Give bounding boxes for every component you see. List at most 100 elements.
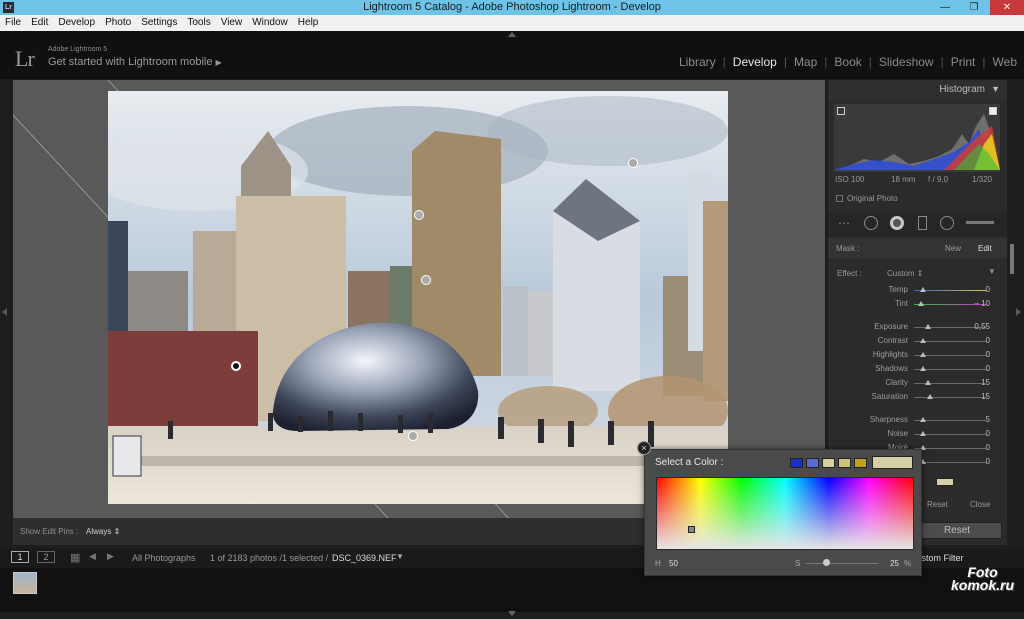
menu-view[interactable]: View — [216, 15, 248, 28]
menu-help[interactable]: Help — [293, 15, 324, 28]
forward-arrow-icon[interactable]: ▶ — [107, 551, 114, 562]
collapse-left-icon[interactable] — [2, 308, 7, 316]
slider-temp[interactable]: Temp 0 — [828, 284, 1007, 296]
slider-knob[interactable] — [925, 324, 931, 329]
shadow-clip-icon[interactable] — [837, 107, 845, 115]
slider-knob[interactable] — [925, 380, 931, 385]
slider-knob[interactable] — [920, 431, 926, 436]
redeye-icon[interactable] — [890, 216, 904, 230]
slider-shadows[interactable]: Shadows 0 — [828, 363, 1007, 375]
popup-close-icon[interactable]: × — [637, 441, 651, 455]
color-preset-swatch[interactable] — [838, 458, 851, 468]
menu-window[interactable]: Window — [247, 15, 293, 28]
second-window-button[interactable]: 2 — [37, 551, 55, 563]
close-icon[interactable]: ✕ — [990, 0, 1024, 15]
slider-value[interactable]: 0 — [986, 443, 990, 452]
edit-pin[interactable] — [414, 210, 424, 220]
collapse-right-icon[interactable] — [1016, 308, 1021, 316]
color-picker-cursor[interactable] — [688, 526, 695, 533]
slider-value[interactable]: 15 — [981, 378, 990, 387]
source-label[interactable]: All Photographs — [132, 553, 196, 563]
color-preset-swatch[interactable] — [806, 458, 819, 468]
slider-saturation[interactable]: Saturation 15 — [828, 391, 1007, 403]
slider-knob[interactable] — [920, 287, 926, 292]
slider-value[interactable]: 0 — [986, 336, 990, 345]
slider-knob[interactable] — [927, 394, 933, 399]
histogram-header[interactable]: Histogram ▼ — [828, 80, 1007, 100]
mask-new-button[interactable]: New — [945, 244, 961, 253]
menu-tools[interactable]: Tools — [182, 15, 215, 28]
reset-all-button[interactable]: Reset — [912, 522, 1002, 539]
slider-knob[interactable] — [920, 338, 926, 343]
module-book[interactable]: Book — [827, 55, 868, 69]
file-dropdown-icon[interactable]: ▼ — [396, 552, 404, 561]
radial-filter-icon[interactable] — [940, 216, 954, 230]
slider-exposure[interactable]: Exposure 0,55 — [828, 321, 1007, 333]
color-preset-swatch[interactable] — [822, 458, 835, 468]
slider-value[interactable]: – 10 — [974, 299, 990, 308]
saturation-knob[interactable] — [823, 559, 830, 566]
grid-view-icon[interactable]: ▦ — [70, 551, 80, 564]
slider-tint[interactable]: Tint – 10 — [828, 298, 1007, 310]
crop-tool-icon[interactable]: ⋯ — [838, 216, 850, 230]
adjustment-brush-icon[interactable] — [966, 221, 994, 224]
slider-noise[interactable]: Noise 0 — [828, 428, 1007, 440]
module-library[interactable]: Library — [672, 55, 723, 69]
edit-pin[interactable] — [421, 275, 431, 285]
original-photo-checkbox[interactable] — [836, 195, 843, 202]
thumbnail[interactable] — [13, 572, 37, 594]
panel-reset-button[interactable]: Reset — [927, 500, 948, 509]
slider-value[interactable]: 0 — [986, 364, 990, 373]
panel-close-button[interactable]: Close — [970, 500, 990, 509]
panel-scrollbar[interactable] — [1010, 244, 1014, 274]
show-pins-select[interactable]: Always ⇕ — [86, 527, 120, 536]
saturation-track[interactable] — [806, 563, 878, 564]
slider-knob[interactable] — [920, 366, 926, 371]
module-web[interactable]: Web — [986, 55, 1024, 69]
restore-icon[interactable]: ❐ — [961, 0, 987, 15]
menu-file[interactable]: File — [0, 15, 26, 28]
slider-value[interactable]: 15 — [981, 392, 990, 401]
slider-clarity[interactable]: Clarity 15 — [828, 377, 1007, 389]
edit-pin[interactable] — [628, 158, 638, 168]
module-print[interactable]: Print — [944, 55, 983, 69]
collapse-bottom-icon[interactable] — [508, 611, 516, 616]
spot-removal-icon[interactable] — [864, 216, 878, 230]
slider-highlights[interactable]: Highlights 0 — [828, 349, 1007, 361]
color-swatch-chip[interactable] — [936, 478, 954, 486]
edit-pin[interactable] — [408, 431, 418, 441]
graduated-filter-icon[interactable] — [918, 216, 927, 230]
module-develop[interactable]: Develop — [726, 55, 784, 69]
slider-value[interactable]: 0 — [986, 429, 990, 438]
hue-value[interactable]: 50 — [669, 559, 678, 568]
slider-value[interactable]: 0 — [986, 457, 990, 466]
slider-knob[interactable] — [918, 301, 924, 306]
back-arrow-icon[interactable]: ◀ — [89, 551, 96, 562]
mobile-link[interactable]: Get started with Lightroom mobile ▶ — [48, 56, 222, 68]
menu-develop[interactable]: Develop — [53, 15, 100, 28]
color-spectrum[interactable] — [656, 477, 914, 550]
slider-knob[interactable] — [920, 352, 926, 357]
menu-edit[interactable]: Edit — [26, 15, 53, 28]
slider-value[interactable]: 0 — [986, 285, 990, 294]
slider-value[interactable]: 0,55 — [974, 322, 990, 331]
highlight-clip-icon[interactable] — [989, 107, 997, 115]
slider-track[interactable] — [914, 397, 986, 398]
collapse-top-icon[interactable] — [508, 32, 516, 37]
effect-triangle-icon[interactable]: ▼ — [988, 267, 996, 276]
filename[interactable]: DSC_0369.NEF — [332, 553, 397, 563]
module-slideshow[interactable]: Slideshow — [872, 55, 941, 69]
module-map[interactable]: Map — [787, 55, 824, 69]
main-window-button[interactable]: 1 — [11, 551, 29, 563]
edit-pin-active[interactable] — [231, 361, 241, 371]
menu-photo[interactable]: Photo — [100, 15, 136, 28]
slider-value[interactable]: 5 — [986, 415, 990, 424]
histogram-graph[interactable] — [834, 104, 1000, 172]
minimize-icon[interactable]: — — [932, 0, 958, 15]
color-preset-swatch[interactable] — [854, 458, 867, 468]
color-preset-swatch[interactable] — [790, 458, 803, 468]
slider-value[interactable]: 0 — [986, 350, 990, 359]
slider-contrast[interactable]: Contrast 0 — [828, 335, 1007, 347]
mask-edit-button[interactable]: Edit — [978, 244, 992, 253]
slider-knob[interactable] — [920, 417, 926, 422]
